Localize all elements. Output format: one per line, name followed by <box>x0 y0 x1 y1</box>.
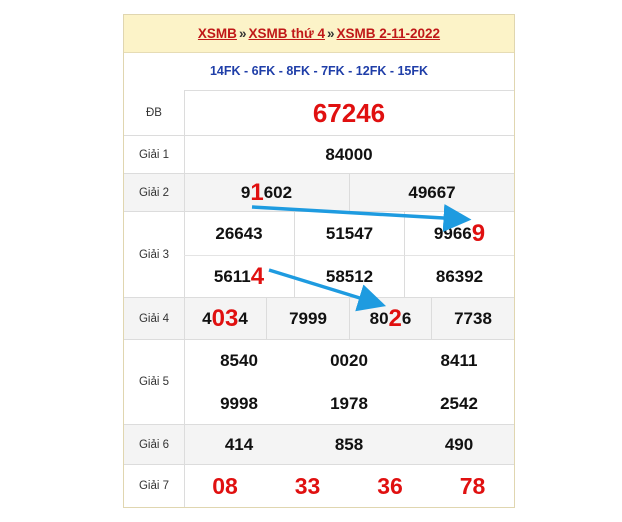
prize-label: Giải 6 <box>124 425 185 464</box>
breadcrumb: XSMB» XSMB thứ 4» XSMB 2-11-2022 <box>124 15 514 53</box>
special-codes: 14FK - 6FK - 8FK - 7FK - 12FK - 15FK <box>124 53 514 91</box>
prize-value: 08 <box>212 472 238 499</box>
breadcrumb-date-link[interactable]: XSMB 2-11-2022 <box>337 26 441 41</box>
prize-value: 9 1 602 <box>184 174 349 212</box>
prize-value: 4 03 4 <box>184 298 266 340</box>
highlighted-digits: 03 <box>211 305 239 332</box>
digits: 5611 <box>213 267 251 286</box>
digits: 9966 <box>433 223 472 243</box>
prize-value: 9998 <box>220 393 258 413</box>
special-prize-value: 67246 <box>312 97 386 128</box>
row-special-prize: ĐB 67246 <box>124 90 514 136</box>
prize-label: Giải 7 <box>124 465 185 507</box>
row-prize-2: Giải 2 9 1 602 49667 <box>124 174 514 212</box>
prize-value: 8540 <box>220 351 258 370</box>
prize-value: 26643 <box>215 223 263 243</box>
breadcrumb-separator: » <box>326 26 335 41</box>
prize-value: 0020 <box>330 351 368 370</box>
prize-value: 9966 9 <box>404 212 514 255</box>
digits: 4 <box>202 309 212 328</box>
prize-label: Giải 4 <box>124 298 185 339</box>
prize-value: 49667 <box>349 174 514 212</box>
digits: 602 <box>263 183 293 202</box>
prize-value: 58512 <box>294 255 404 298</box>
row-prize-6: Giải 6 414 858 490 <box>124 425 514 465</box>
prize-value: 414 <box>224 435 254 454</box>
row-prize-5: Giải 5 8540 0020 8411 9998 1978 2542 <box>124 340 514 425</box>
prize-label: Giải 1 <box>124 136 185 173</box>
prize-value: 858 <box>334 435 364 454</box>
breadcrumb-weekday-link[interactable]: XSMB thứ 4 <box>248 26 325 41</box>
prize-value: 8411 <box>440 351 478 370</box>
highlighted-digit: 4 <box>250 263 265 290</box>
highlighted-digit: 2 <box>388 305 402 332</box>
prize-value: 1978 <box>330 393 368 413</box>
prize-value: 36 <box>377 472 403 499</box>
prize-value: 84000 <box>325 145 373 164</box>
digits: 9 <box>240 183 251 202</box>
prize-value: 33 <box>294 472 321 499</box>
breadcrumb-separator: » <box>238 26 247 41</box>
prize-value: 7738 <box>431 298 514 340</box>
row-prize-3: Giải 3 26643 51547 9966 9 5611 4 58512 863… <box>124 212 514 298</box>
prize-label: ĐB <box>124 90 185 135</box>
prize-value: 2542 <box>440 393 478 413</box>
prize-value: 78 <box>459 472 486 499</box>
prize-value: 5611 4 <box>184 255 294 298</box>
digits: 6 <box>401 309 412 328</box>
highlighted-digit: 1 <box>250 179 264 206</box>
breadcrumb-xsmb-link[interactable]: XSMB <box>198 26 237 41</box>
prize-value: 490 <box>444 435 474 454</box>
prize-value: 51547 <box>294 212 404 255</box>
row-prize-1: Giải 1 84000 <box>124 136 514 174</box>
row-prize-7: Giải 7 08 33 36 78 <box>124 465 514 507</box>
prize-value: 80 2 6 <box>349 298 431 340</box>
prize-value: 7999 <box>266 298 349 340</box>
highlighted-digit: 9 <box>471 219 486 247</box>
prize-label: Giải 5 <box>124 340 185 424</box>
digits: 80 <box>369 309 389 328</box>
prize-value: 86392 <box>404 255 514 298</box>
digits: 4 <box>238 309 248 328</box>
prize-label: Giải 3 <box>124 212 185 297</box>
results-table: XSMB» XSMB thứ 4» XSMB 2-11-2022 14FK - 6F… <box>123 14 515 508</box>
prize-label: Giải 2 <box>124 174 185 211</box>
row-prize-4: Giải 4 4 03 4 7999 80 2 6 7738 <box>124 298 514 340</box>
